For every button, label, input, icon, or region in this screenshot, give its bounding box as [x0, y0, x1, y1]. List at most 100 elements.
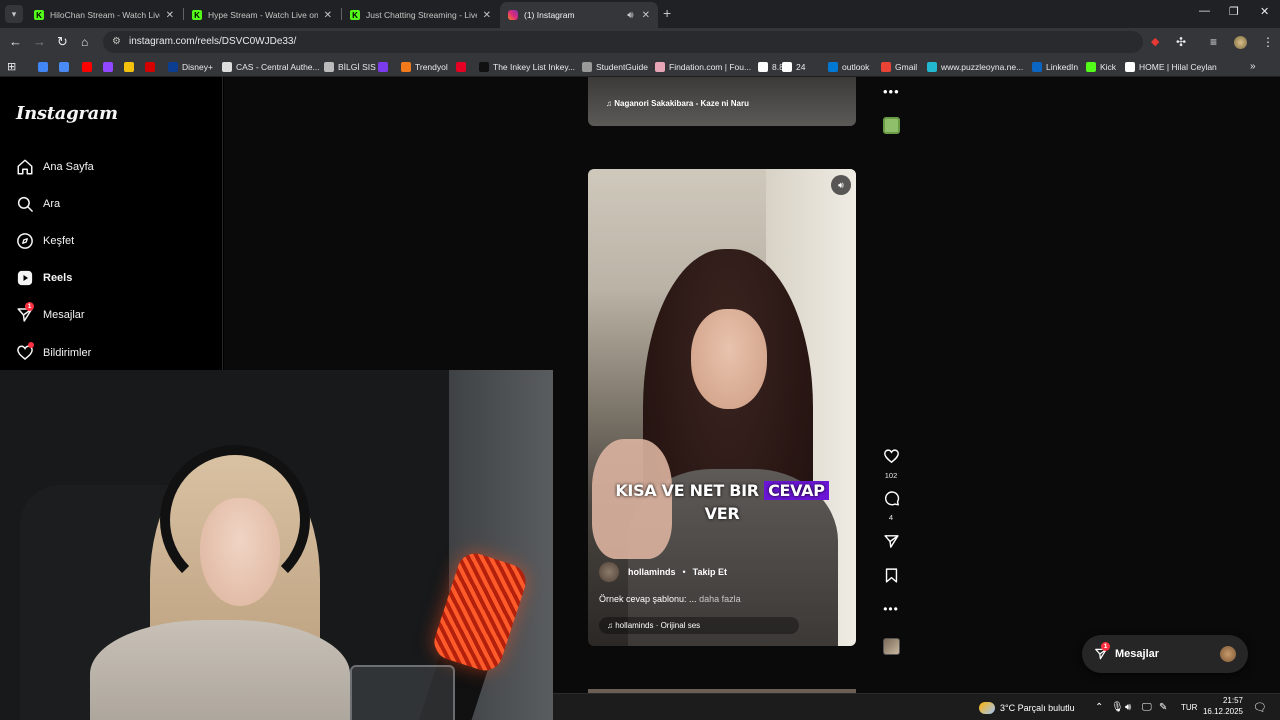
messages-pill[interactable]: 1 Mesajlar	[1082, 635, 1248, 673]
browser-tab[interactable]: K HiloChan Stream - Watch Live o ✕	[26, 2, 182, 28]
close-tab-icon[interactable]: ✕	[642, 10, 650, 21]
bookmark-label: www.puzzleoyna.ne...	[941, 61, 1024, 72]
messenger-icon: 1	[16, 302, 34, 324]
bookmark-item[interactable]: Gmail	[881, 59, 917, 74]
media-controls-icon[interactable]: ≡	[1210, 34, 1217, 50]
browser-tab-active[interactable]: (1) Instagram 🔊︎ ✕	[500, 2, 658, 28]
heart-icon	[16, 342, 34, 362]
apps-grid-icon[interactable]: ⊞	[7, 59, 16, 74]
previous-audio-thumbnail[interactable]	[883, 117, 900, 134]
reel-audio-chip[interactable]: ♫ hollaminds · Orijinal ses	[599, 617, 799, 634]
extensions-puzzle-icon[interactable]: ✣	[1176, 34, 1186, 50]
bookmark-item[interactable]	[124, 59, 138, 74]
nav-reels[interactable]: Reels	[16, 266, 72, 290]
bookmark-item[interactable]	[38, 59, 52, 74]
bookmark-label: Trendyol	[415, 61, 448, 72]
extension-icon[interactable]: ◆	[1151, 34, 1159, 50]
music-note-icon: ♫	[606, 99, 612, 108]
bookmark-favicon-icon	[782, 61, 792, 72]
bookmark-item[interactable]	[82, 59, 96, 74]
bookmark-item[interactable]: outlook	[828, 59, 869, 74]
bookmark-item[interactable]: The Inkey List Inkey...	[479, 59, 575, 74]
volume-icon[interactable]: 🔊︎	[831, 175, 851, 195]
bookmark-item[interactable]	[456, 59, 470, 74]
bookmark-item[interactable]	[145, 59, 159, 74]
nav-search[interactable]: Ara	[16, 192, 60, 216]
bookmark-item[interactable]: 24	[782, 59, 805, 74]
share-button[interactable]	[880, 533, 902, 555]
more-options-icon[interactable]: •••	[880, 602, 902, 616]
reload-icon[interactable]: ↻	[57, 34, 68, 50]
bookmark-item[interactable]: StudentGuide	[582, 59, 648, 74]
tray-chevron-icon[interactable]: ⌃	[1095, 694, 1103, 720]
bookmark-item[interactable]	[59, 59, 73, 74]
nav-explore[interactable]: Keşfet	[16, 229, 74, 253]
home-icon	[17, 159, 33, 175]
microphone-icon[interactable]: 🎙︎	[1111, 694, 1124, 720]
heart-icon	[883, 449, 899, 464]
bookmark-item[interactable]: CAS - Central Authe...	[222, 59, 320, 74]
close-window-icon[interactable]: ✕	[1260, 5, 1269, 18]
nav-messages[interactable]: 1 Mesajlar	[16, 302, 85, 327]
bookmark-item[interactable]	[103, 59, 117, 74]
bookmark-label: 24	[796, 61, 806, 72]
forward-icon[interactable]: →	[33, 34, 46, 50]
bookmark-item[interactable]: HOME | Hilal Ceylan	[1125, 59, 1217, 74]
bookmark-favicon-icon	[168, 61, 178, 72]
bookmark-item[interactable]: Trendyol	[401, 59, 448, 74]
bookmark-item[interactable]: LinkedIn	[1032, 59, 1078, 74]
address-bar[interactable]: ⚙︎ instagram.com/reels/DSVC0WJDe33/	[103, 31, 1143, 53]
audio-thumbnail[interactable]	[883, 638, 900, 655]
separator-dot: •	[682, 567, 686, 577]
home-icon[interactable]: ⌂	[81, 34, 88, 50]
tab-title: Just Chatting Streaming - Live	[366, 10, 477, 20]
weather-widget[interactable]: 3°C Parçalı bulutlu	[979, 694, 1075, 720]
previous-reel-audio[interactable]: ♫ Naganori Sakakibara - Kaze ni Naru	[606, 99, 749, 108]
comment-button[interactable]: 4	[880, 490, 902, 522]
bookmark-item[interactable]: BİLGİ SIS	[324, 59, 376, 74]
bookmark-item[interactable]: Kick	[1086, 59, 1116, 74]
tab-audio-icon[interactable]: 🔊︎	[627, 10, 633, 21]
taskbar-clock[interactable]: 21:57 16.12.2025	[1197, 695, 1243, 717]
bookmark-item[interactable]: Findation.com | Fou...	[655, 59, 751, 74]
like-button[interactable]: 102	[880, 448, 902, 480]
network-icon[interactable]: 🖵︎	[1142, 694, 1152, 720]
bookmark-item[interactable]: Disney+	[168, 59, 213, 74]
bookmark-item[interactable]: www.puzzleoyna.ne...	[927, 59, 1023, 74]
site-settings-icon[interactable]: ⚙︎	[112, 36, 121, 47]
nav-notifications[interactable]: Bildirimler	[16, 341, 91, 365]
pen-icon[interactable]: ✎	[1159, 694, 1167, 720]
input-language[interactable]: TUR	[1181, 694, 1197, 720]
url-text[interactable]: instagram.com/reels/DSVC0WJDe33/	[129, 36, 296, 47]
notification-center-icon[interactable]: 🗨︎	[1253, 694, 1267, 720]
more-options-icon[interactable]: •••	[883, 84, 900, 99]
follow-button[interactable]: Takip Et	[693, 567, 727, 577]
author-username[interactable]: hollaminds	[628, 567, 676, 577]
bookmark-favicon-icon	[145, 61, 155, 72]
instagram-logo[interactable]: Instagram	[16, 103, 118, 124]
reel-description[interactable]: Örnek cevap şablonu: ... daha fazla	[599, 594, 741, 604]
nav-home[interactable]: Ana Sayfa	[16, 155, 94, 179]
new-tab-icon[interactable]: +	[663, 5, 671, 21]
messages-pill-label: Mesajlar	[1115, 648, 1160, 660]
tab-title: (1) Instagram	[524, 10, 575, 20]
browser-tab[interactable]: K Just Chatting Streaming - Live ✕	[342, 2, 499, 28]
menu-kebab-icon[interactable]: ⋮	[1262, 34, 1274, 50]
bookmark-item[interactable]	[378, 59, 392, 74]
author-avatar[interactable]	[599, 562, 619, 582]
save-button[interactable]	[880, 567, 902, 589]
minimize-icon[interactable]: —	[1199, 5, 1210, 17]
browser-tab[interactable]: K Hype Stream - Watch Live on K ✕	[184, 2, 340, 28]
profile-avatar[interactable]	[1234, 36, 1247, 49]
close-tab-icon[interactable]: ✕	[483, 10, 491, 21]
more-bookmarks-icon[interactable]: »	[1250, 59, 1256, 74]
tab-search-chevron-icon[interactable]: ▾	[5, 5, 23, 23]
close-tab-icon[interactable]: ✕	[324, 10, 332, 21]
more-link[interactable]: daha fazla	[699, 594, 741, 604]
bookmark-item[interactable]: 8.8	[758, 59, 784, 74]
close-tab-icon[interactable]: ✕	[166, 10, 174, 21]
restore-icon[interactable]: ❐	[1229, 5, 1239, 18]
back-icon[interactable]: ←	[9, 34, 22, 50]
speaker-icon[interactable]: 🔊︎	[1125, 694, 1131, 720]
bookmark-favicon-icon	[82, 61, 92, 72]
